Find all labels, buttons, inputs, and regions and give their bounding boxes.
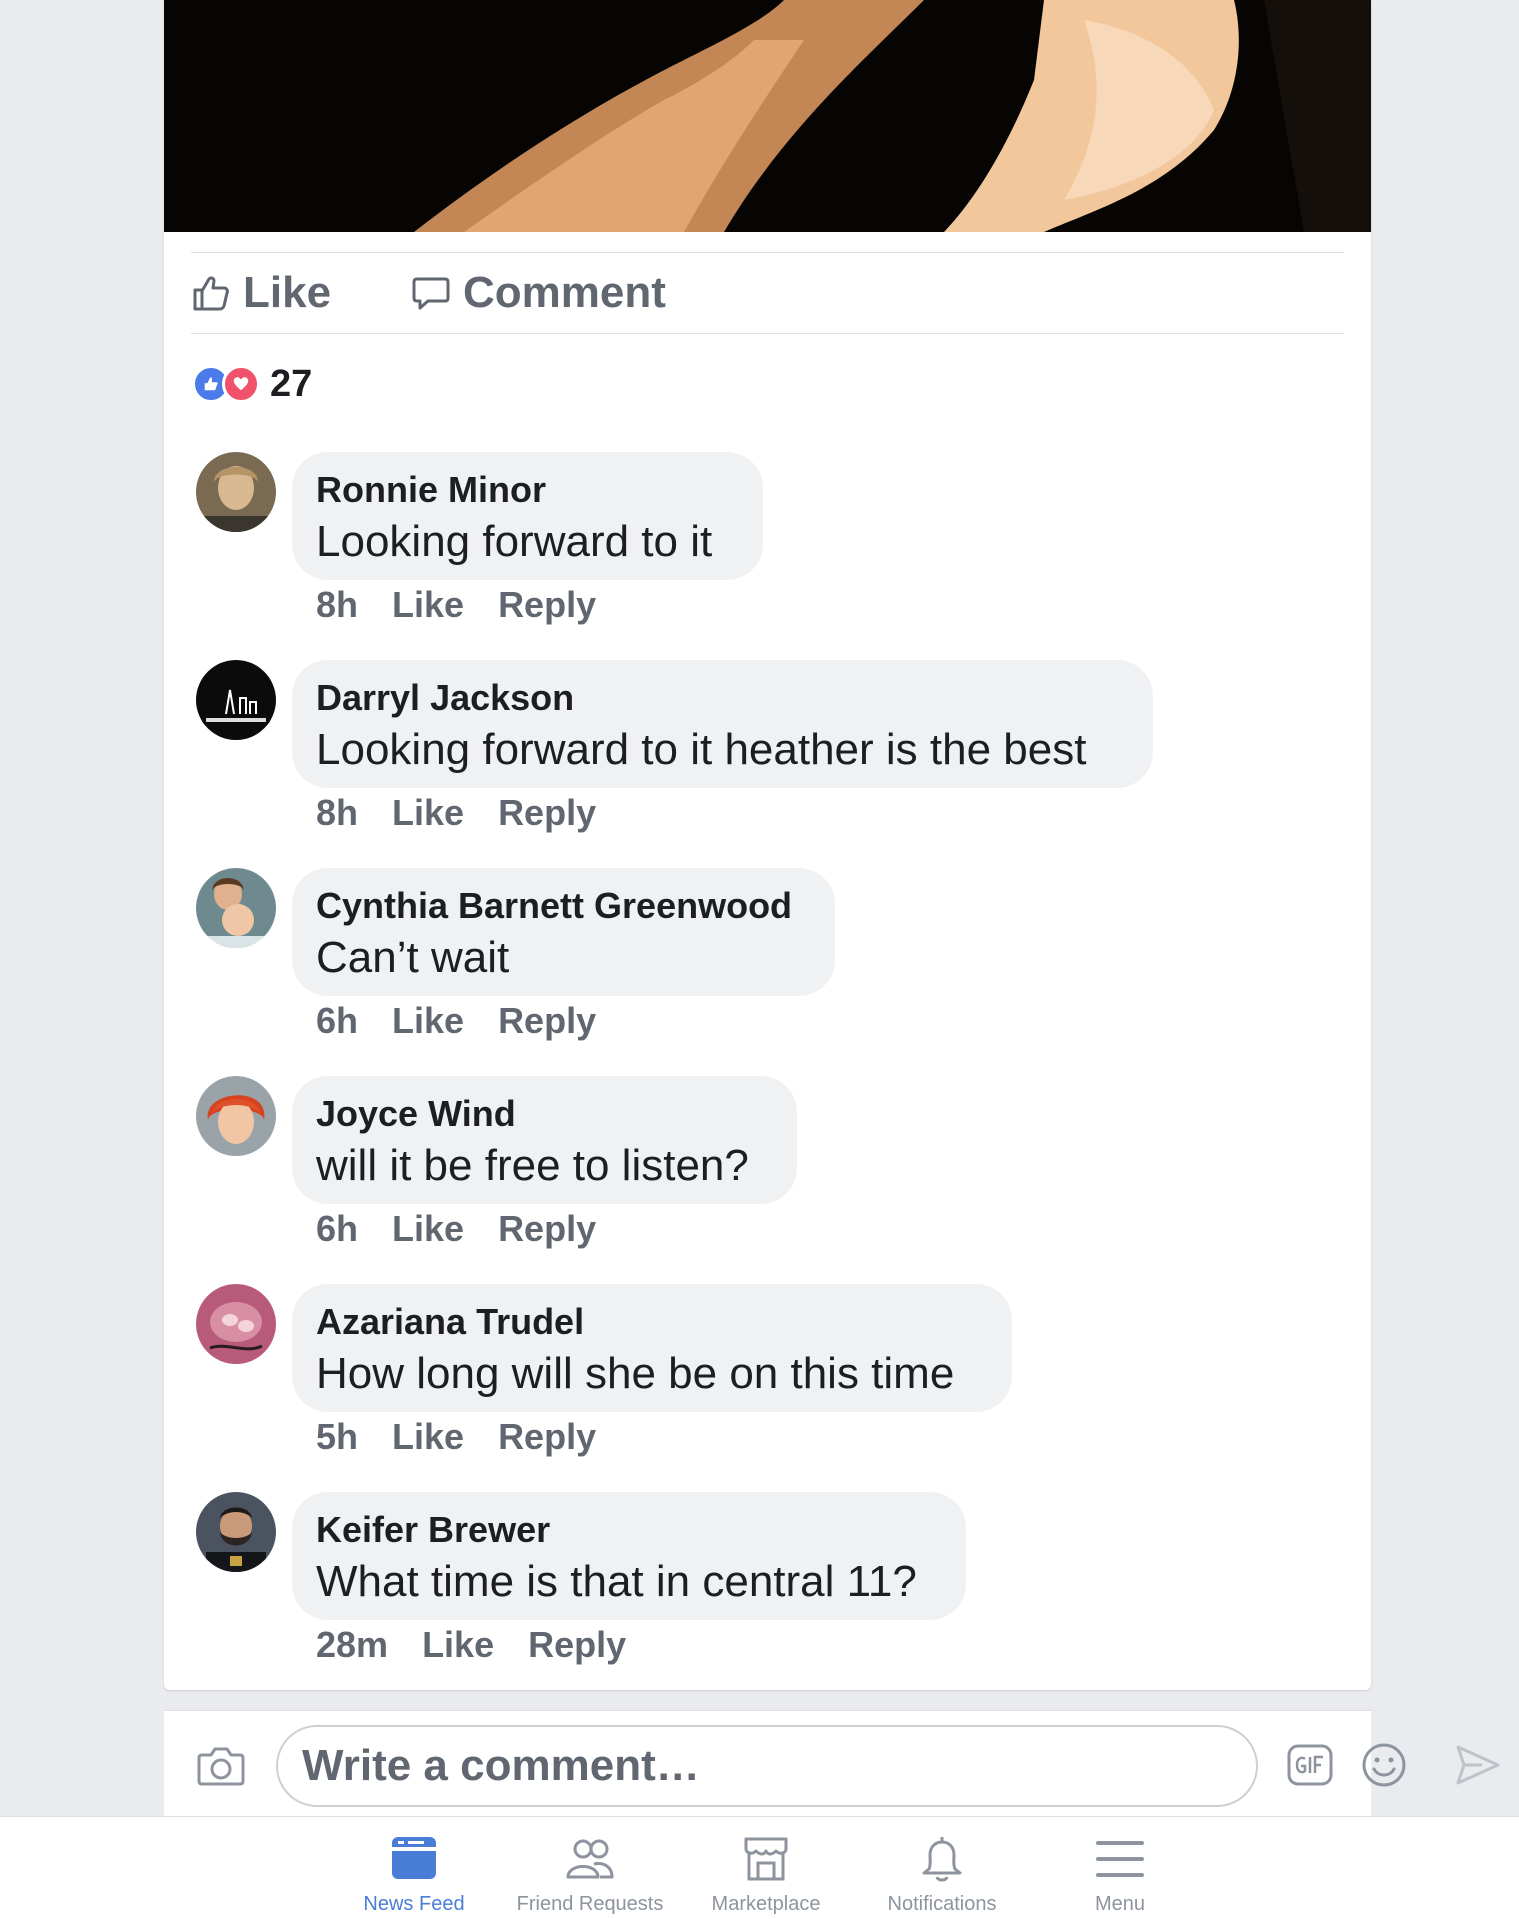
comment-reply-button[interactable]: Reply (528, 1624, 626, 1666)
tab-notifications[interactable]: Notifications (852, 1833, 1032, 1916)
news-feed-icon (392, 1837, 436, 1879)
comment-bubble: Darryl Jackson Looking forward to it hea… (292, 660, 1153, 788)
love-reaction-icon (222, 365, 260, 403)
comment-icon (412, 277, 450, 310)
tab-label: Menu (1094, 1893, 1146, 1915)
camera-icon[interactable] (196, 1741, 246, 1791)
notifications-icon (922, 1837, 962, 1882)
tab-menu[interactable]: Menu (1030, 1833, 1210, 1916)
comment-reply-button[interactable]: Reply (498, 1416, 596, 1458)
comment-text: What time is that in central 11? (316, 1557, 917, 1606)
emoji-icon[interactable] (1360, 1741, 1408, 1789)
comment-text: Can’t wait (316, 933, 510, 982)
comment-bubble: Azariana Trudel How long will she be on … (292, 1284, 1012, 1412)
comment-bubble: Joyce Wind will it be free to listen? (292, 1076, 797, 1204)
comment-bubble: Keifer Brewer What time is that in centr… (292, 1492, 966, 1620)
comment-time: 6h (316, 1000, 359, 1041)
tab-label: Marketplace (711, 1893, 821, 1915)
comment-input[interactable]: Write a comment… (276, 1725, 1258, 1807)
comment-like-button[interactable]: Like (392, 1000, 464, 1042)
comment-label: Comment (463, 268, 666, 317)
comment-meta: 6h Like Reply (316, 1208, 596, 1250)
avatar[interactable] (196, 452, 276, 532)
bottom-tab-bar: News Feed Friend Requests Marketplace No… (0, 1816, 1519, 1919)
comment-time: 6h (316, 1208, 359, 1249)
comment-author[interactable]: Ronnie Minor (316, 468, 737, 512)
comment-author[interactable]: Joyce Wind (316, 1092, 771, 1136)
menu-icon (1096, 1841, 1144, 1877)
post-image[interactable] (164, 0, 1371, 232)
comment-author[interactable]: Cynthia Barnett Greenwood (316, 884, 809, 928)
comment-meta: 6h Like Reply (316, 1000, 596, 1042)
comment-author[interactable]: Darryl Jackson (316, 676, 1127, 720)
comment-like-button[interactable]: Like (392, 792, 464, 834)
reaction-count: 27 (270, 362, 313, 405)
comment-reply-button[interactable]: Reply (498, 1000, 596, 1042)
comment-bubble: Cynthia Barnett Greenwood Can’t wait (292, 868, 835, 996)
comment-meta: 28m Like Reply (316, 1624, 626, 1666)
comment-bubble: Ronnie Minor Looking forward to it (292, 452, 763, 580)
post-action-bar: Like Comment (191, 252, 1344, 334)
post-card: Like Comment 27 Ronnie Minor Looking for… (164, 0, 1371, 1690)
avatar[interactable] (196, 1492, 276, 1572)
comment-meta: 5h Like Reply (316, 1416, 596, 1458)
avatar[interactable] (196, 1284, 276, 1364)
comment-text: Looking forward to it heather is the bes… (316, 725, 1087, 774)
comment-meta: 8h Like Reply (316, 584, 596, 626)
friend-requests-icon (566, 1839, 614, 1879)
comment-like-button[interactable]: Like (392, 1416, 464, 1458)
tab-label: Friend Requests (516, 1893, 664, 1915)
like-button[interactable]: Like (191, 253, 331, 333)
marketplace-icon (744, 1837, 788, 1881)
tab-friend-requests[interactable]: Friend Requests (500, 1833, 680, 1916)
comment-text: Looking forward to it (316, 517, 713, 566)
comment-time: 8h (316, 792, 359, 833)
tab-news-feed[interactable]: News Feed (324, 1833, 504, 1916)
comment-composer: Write a comment… (164, 1710, 1500, 1817)
tab-marketplace[interactable]: Marketplace (676, 1833, 856, 1916)
like-label: Like (243, 268, 332, 317)
comment-time: 8h (316, 584, 359, 625)
comment-reply-button[interactable]: Reply (498, 584, 596, 626)
gif-icon[interactable] (1286, 1741, 1334, 1789)
comment-reply-button[interactable]: Reply (498, 792, 596, 834)
comment-button[interactable]: Comment (411, 253, 666, 333)
tab-label: News Feed (363, 1893, 465, 1915)
avatar[interactable] (196, 868, 276, 948)
comment-like-button[interactable]: Like (392, 584, 464, 626)
reaction-summary[interactable]: 27 (192, 362, 312, 406)
comment-text: How long will she be on this time (316, 1349, 955, 1398)
thumbs-up-icon (193, 276, 229, 311)
comment-text: will it be free to listen? (316, 1141, 749, 1190)
avatar[interactable] (196, 1076, 276, 1156)
comment-reply-button[interactable]: Reply (498, 1208, 596, 1250)
avatar[interactable] (196, 660, 276, 740)
tab-label: Notifications (887, 1893, 997, 1915)
send-icon[interactable] (1454, 1741, 1502, 1789)
comment-like-button[interactable]: Like (422, 1624, 494, 1666)
comment-author[interactable]: Keifer Brewer (316, 1508, 940, 1552)
comment-like-button[interactable]: Like (392, 1208, 464, 1250)
comment-meta: 8h Like Reply (316, 792, 596, 834)
comment-time: 28m (316, 1624, 389, 1665)
comment-author[interactable]: Azariana Trudel (316, 1300, 986, 1344)
comment-time: 5h (316, 1416, 359, 1457)
